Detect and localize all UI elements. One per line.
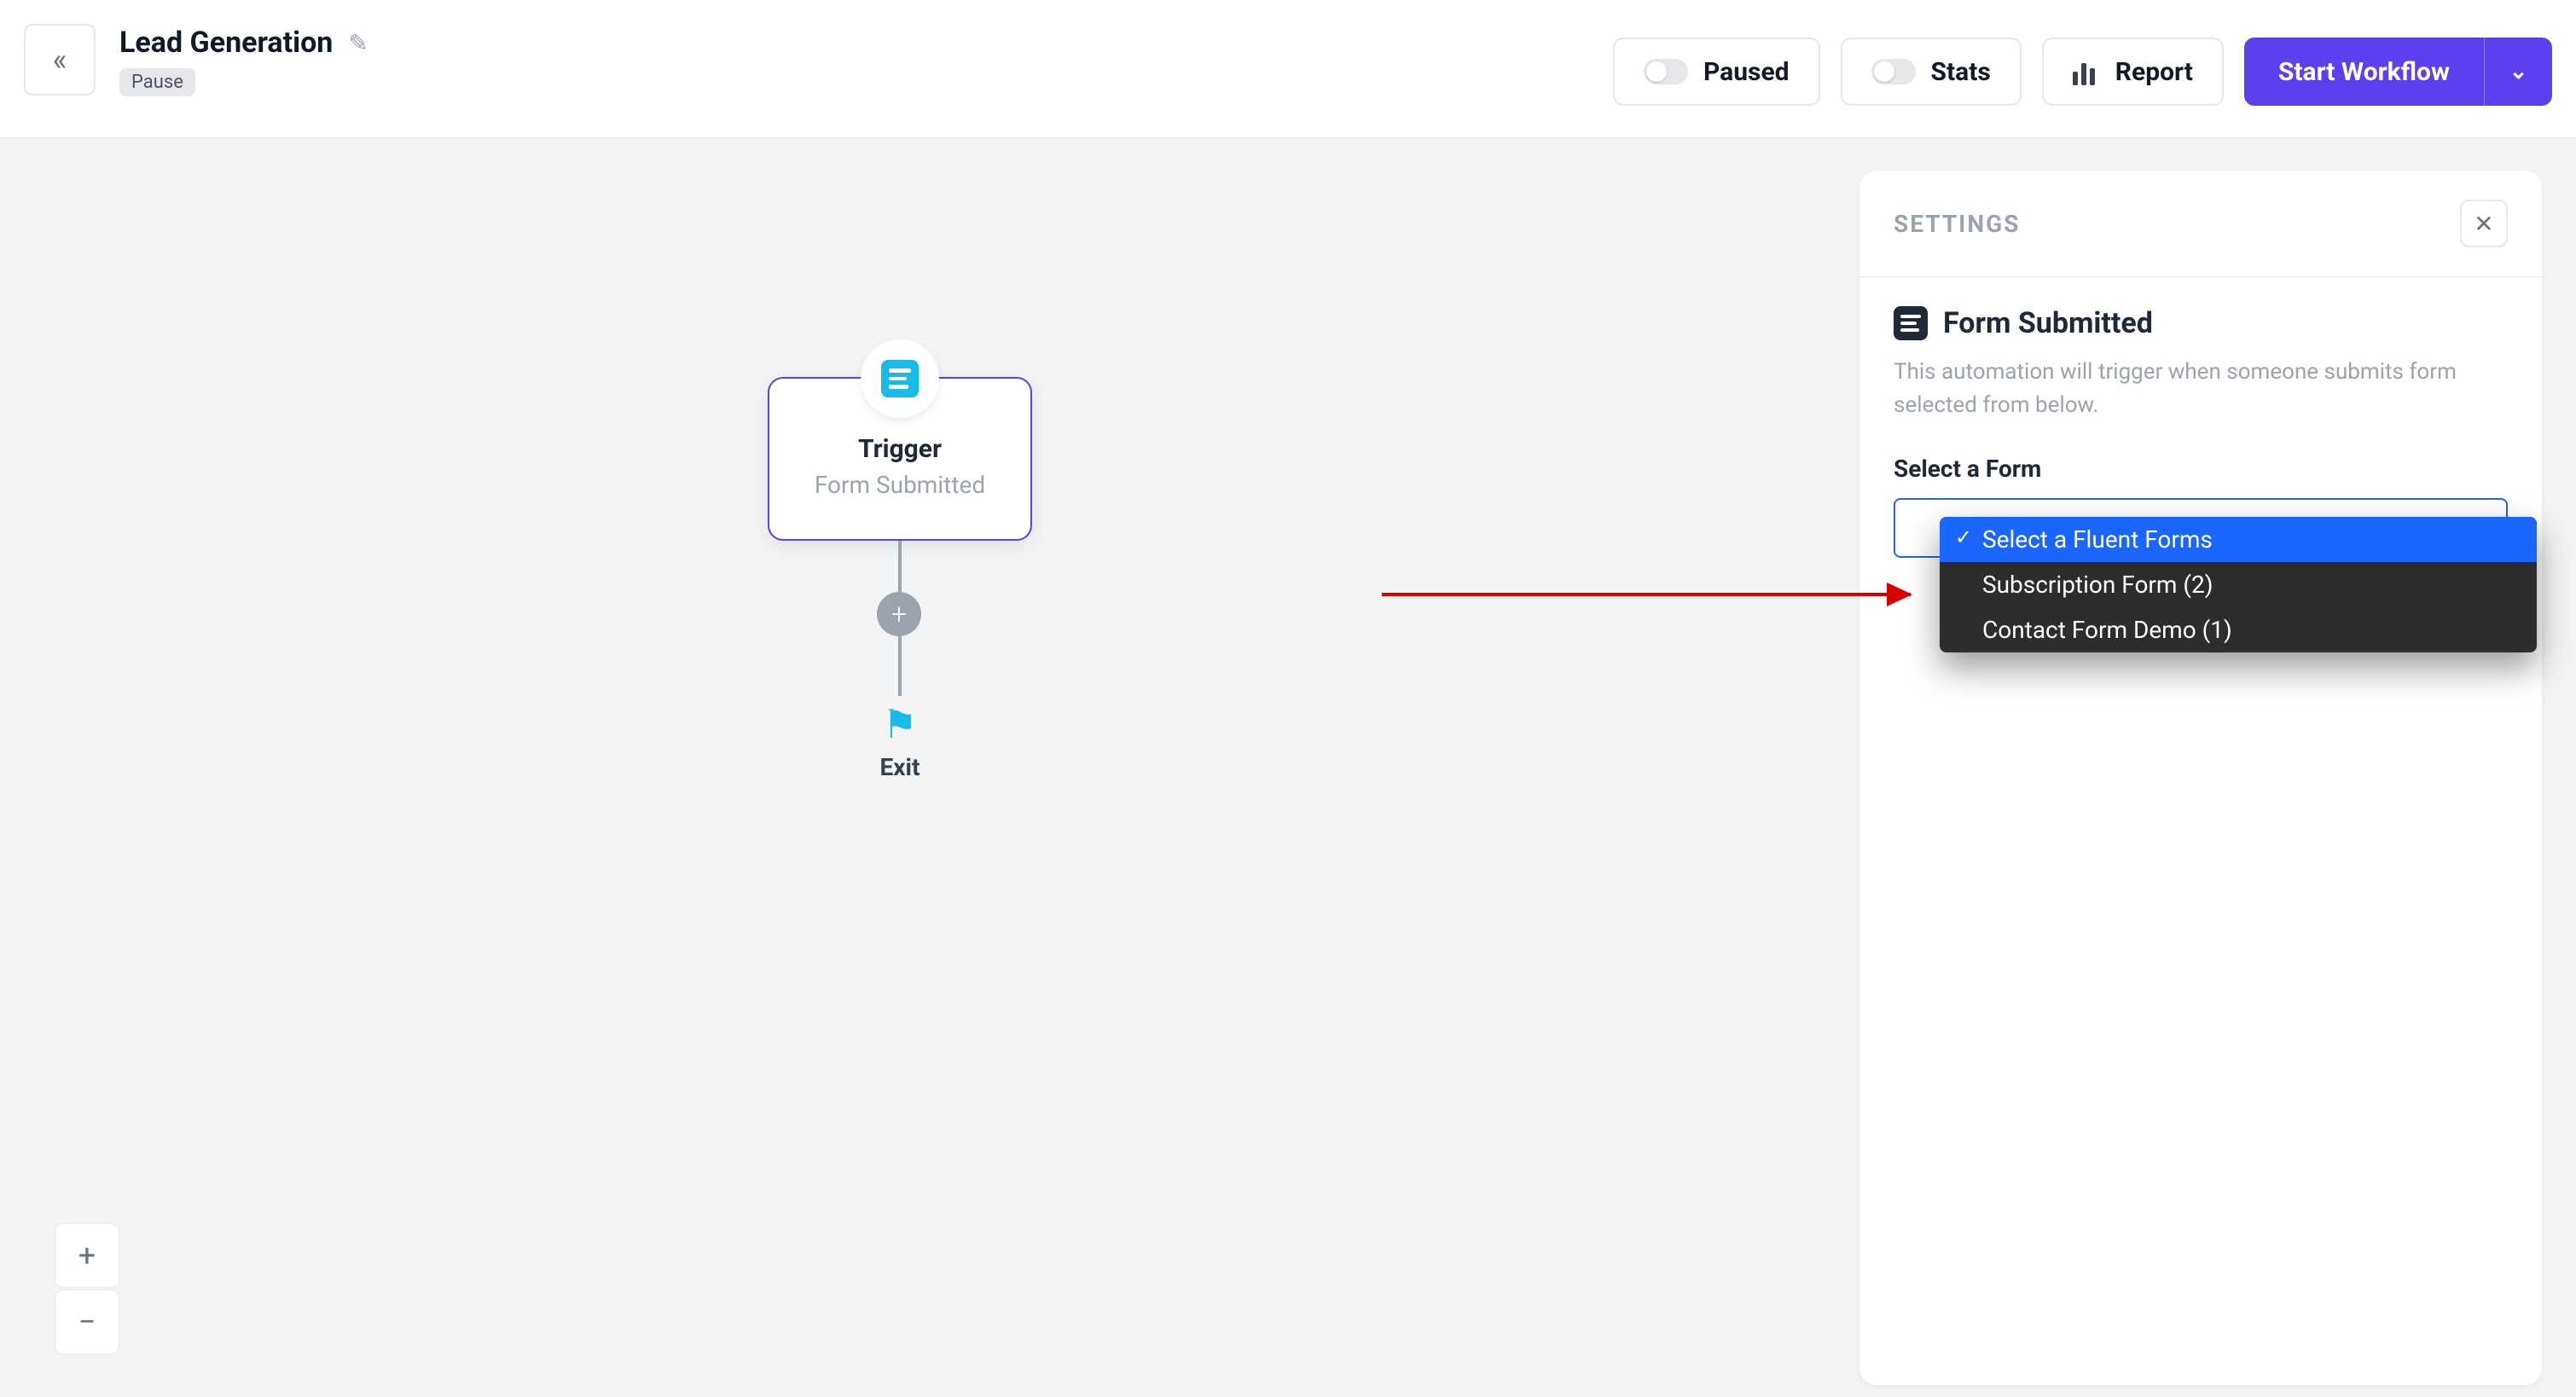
exit-label: Exit [880,753,920,781]
connector-line [898,636,902,696]
add-step-button[interactable]: + [877,592,921,636]
report-label: Report [2115,57,2193,87]
close-button[interactable]: ✕ [2460,200,2508,247]
settings-header-title: SETTINGS [1894,210,2020,238]
trigger-icon-circle [861,339,939,418]
annotation-arrow [1382,593,1911,596]
start-workflow-dropdown[interactable]: ⌄ [2484,38,2552,106]
status-pill: Pause [119,68,195,96]
start-workflow-main[interactable]: Start Workflow [2244,38,2484,106]
dropdown-option-subscription[interactable]: Subscription Form (2) [1940,562,2537,607]
plus-icon: + [891,598,907,630]
zoom-in-button[interactable]: + [55,1223,119,1288]
collapse-button[interactable]: « [24,24,96,96]
toggle-icon [1644,59,1688,84]
toggle-icon [1871,59,1916,84]
paused-toggle-button[interactable]: Paused [1613,38,1820,106]
select-form-label: Select a Form [1894,455,2508,483]
settings-description: This automation will trigger when someon… [1894,356,2508,422]
title-block: Lead Generation ✎ Pause [119,26,368,96]
close-icon: ✕ [2474,210,2493,238]
dropdown-option-contact[interactable]: Contact Form Demo (1) [1940,607,2537,652]
connector-line [898,541,902,592]
topbar-actions: Paused Stats Report Start Workflow ⌄ [1613,38,2552,106]
form-icon [1894,306,1928,340]
trigger-subtitle: Form Submitted [815,471,985,499]
exit-node: ⚑ Exit [844,701,955,781]
title-row: Lead Generation ✎ [119,26,368,60]
settings-panel: SETTINGS ✕ Form Submitted This automatio… [1859,171,2542,1385]
workflow-title: Lead Generation [119,26,333,60]
edit-icon[interactable]: ✎ [348,29,368,57]
form-icon [881,360,919,397]
settings-title: Form Submitted [1943,306,2153,340]
trigger-node[interactable]: Trigger Form Submitted [768,377,1032,541]
dropdown-option-placeholder[interactable]: Select a Fluent Forms [1940,517,2537,562]
plus-icon: + [78,1238,96,1273]
bar-chart-icon [2073,58,2100,85]
report-button[interactable]: Report [2042,38,2224,106]
chevron-double-left-icon: « [53,42,67,78]
start-workflow-label: Start Workflow [2278,57,2450,87]
top-bar: « Lead Generation ✎ Pause Paused Stats R… [0,0,2576,138]
stats-label: Stats [1931,57,1991,87]
form-dropdown[interactable]: Select a Fluent Forms Subscription Form … [1940,517,2537,652]
zoom-controls: + − [55,1223,119,1354]
trigger-title: Trigger [858,434,942,464]
settings-header: SETTINGS ✕ [1859,171,2542,277]
chevron-down-icon: ⌄ [2509,59,2528,84]
zoom-out-button[interactable]: − [55,1290,119,1354]
paused-label: Paused [1703,57,1790,87]
start-workflow-button[interactable]: Start Workflow ⌄ [2244,38,2552,106]
flag-icon: ⚑ [882,701,917,748]
stats-toggle-button[interactable]: Stats [1841,38,2022,106]
minus-icon: − [78,1304,96,1340]
settings-title-row: Form Submitted [1894,306,2508,340]
